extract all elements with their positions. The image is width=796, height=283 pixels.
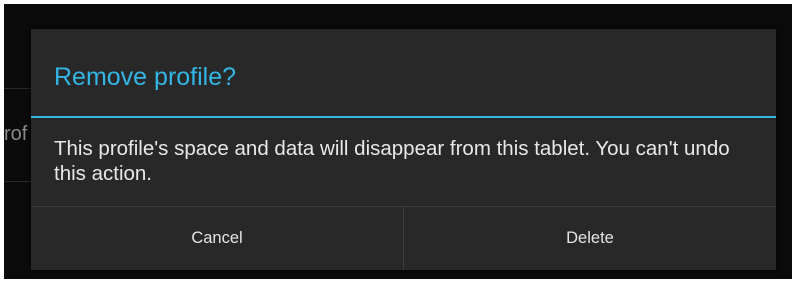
remove-profile-dialog: Remove profile? This profile's space and…	[31, 29, 776, 270]
dialog-title: Remove profile?	[54, 63, 237, 91]
dialog-button-bar: Cancel Delete	[31, 206, 776, 270]
screen-background: rof Remove profile? This profile's space…	[4, 4, 792, 279]
background-list-item-text: rof	[4, 123, 28, 145]
title-divider	[31, 116, 776, 118]
delete-button[interactable]: Delete	[404, 207, 776, 270]
cancel-button[interactable]: Cancel	[31, 207, 403, 270]
dialog-message: This profile's space and data will disap…	[54, 137, 730, 185]
